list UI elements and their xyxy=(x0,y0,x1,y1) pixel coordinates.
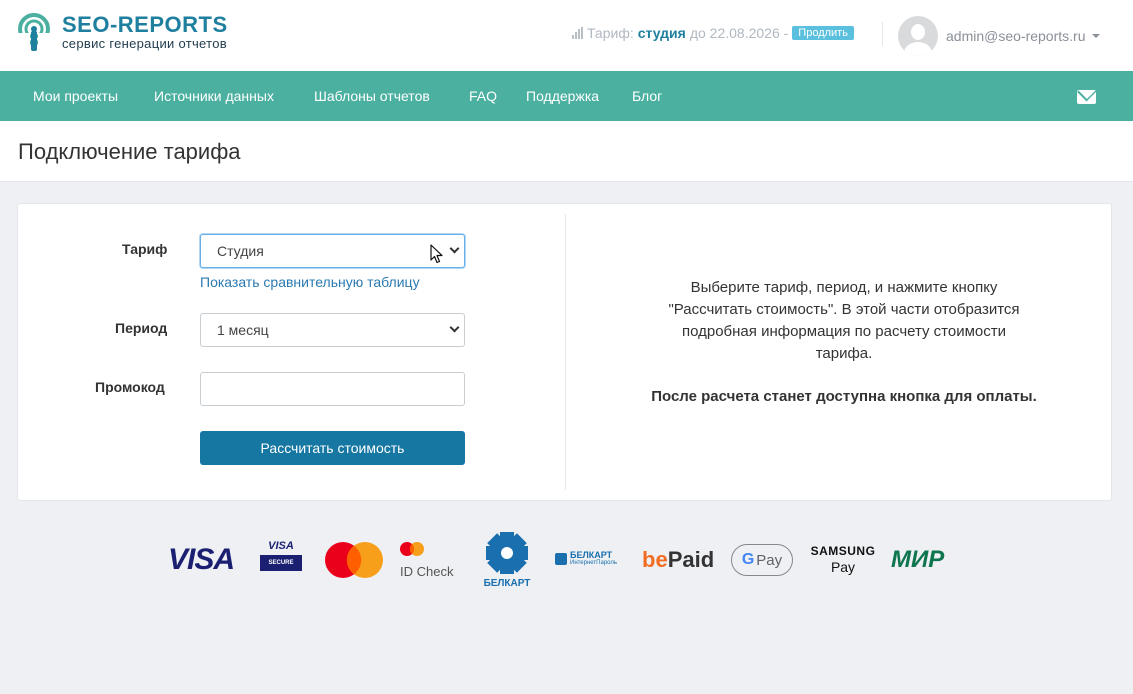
belkart-ip-bottom: ИнтернетПароль xyxy=(570,560,617,566)
signal-bars-icon xyxy=(572,27,583,39)
google-pay-text: Pay xyxy=(756,551,783,569)
mir-logo: МИР xyxy=(891,546,945,573)
tariff-label: Тариф: xyxy=(587,25,634,41)
page-title: Подключение тарифа xyxy=(18,139,241,164)
mastercard-small-icon xyxy=(400,542,424,556)
bepaid-paid: Paid xyxy=(667,547,715,572)
visa-secure-logo: VISA SECURE xyxy=(260,540,302,571)
belkart-star-icon xyxy=(486,532,528,574)
period-select-value: 1 месяц xyxy=(217,322,269,338)
belkart-internet-parol-logo: БЕЛКАРТ ИнтернетПароль xyxy=(555,551,617,567)
nav-item-support[interactable]: Поддержка xyxy=(526,88,599,104)
mastercard-logo xyxy=(325,542,383,578)
nav-item-report-templates[interactable]: Шаблоны отчетов xyxy=(314,88,430,104)
nav-item-faq[interactable]: FAQ xyxy=(469,88,497,104)
page-header: Подключение тарифа xyxy=(0,121,1133,182)
tariff-plan: студия xyxy=(637,25,686,41)
compare-table-link[interactable]: Показать сравнительную таблицу xyxy=(200,274,420,290)
avatar[interactable] xyxy=(898,16,938,56)
google-g-icon: G xyxy=(741,551,755,568)
info-text: Выберите тариф, период, и нажмите кнопку… xyxy=(668,279,1020,362)
tariff-form-card: Тариф Студия Показать сравнительную табл… xyxy=(17,203,1112,501)
bepaid-logo: bePaid xyxy=(642,547,714,573)
samsung-text: SAMSUNG xyxy=(810,544,876,558)
mouse-cursor-icon xyxy=(430,244,443,264)
belkart-ip-top: БЕЛКАРТ xyxy=(570,550,613,560)
logo[interactable]: SEO-REPORTS сервис генерации отчетов xyxy=(18,13,228,53)
belkart-logo: БЕЛКАРТ xyxy=(480,532,534,589)
tariff-label: Тариф xyxy=(122,241,168,257)
bepaid-be: be xyxy=(642,547,668,572)
envelope-icon[interactable] xyxy=(1077,90,1096,104)
header-divider xyxy=(882,22,883,46)
info-bold-text: После расчета станет доступна кнопка для… xyxy=(651,388,1037,405)
logo-title: SEO-REPORTS xyxy=(62,12,228,37)
tariff-select-value: Студия xyxy=(217,243,264,259)
user-menu[interactable]: admin@seo-reports.ru xyxy=(898,16,1100,56)
logo-subtitle: сервис генерации отчетов xyxy=(62,36,227,51)
chevron-down-icon xyxy=(449,322,460,333)
logo-signal-icon xyxy=(18,13,52,53)
main-nav: Мои проекты Источники данных Шаблоны отч… xyxy=(0,71,1133,121)
extend-button[interactable]: Продлить xyxy=(792,26,854,40)
nav-item-projects[interactable]: Мои проекты xyxy=(33,88,118,104)
card-divider xyxy=(565,214,566,490)
belkart-text: БЕЛКАРТ xyxy=(483,578,531,589)
id-check-logo: ID Check xyxy=(400,541,453,579)
visa-logo: VISA xyxy=(168,543,235,576)
tariff-select[interactable]: Студия xyxy=(200,234,465,268)
tariff-status: Тариф: студия до 22.08.2026 - Продлить xyxy=(572,25,854,41)
period-select[interactable]: 1 месяц xyxy=(200,313,465,347)
nav-item-data-sources[interactable]: Источники данных xyxy=(154,88,274,104)
promo-input[interactable] xyxy=(200,372,465,406)
top-header: SEO-REPORTS сервис генерации отчетов Тар… xyxy=(0,0,1133,71)
id-check-text: ID Check xyxy=(400,564,454,579)
samsung-pay-logo: SAMSUNG Pay xyxy=(806,543,880,575)
promo-label: Промокод xyxy=(95,379,165,395)
visa-secure-bottom: SECURE xyxy=(260,555,302,571)
nav-item-blog[interactable]: Блог xyxy=(632,88,662,104)
user-email[interactable]: admin@seo-reports.ru xyxy=(946,28,1086,44)
caret-down-icon[interactable] xyxy=(1091,34,1100,38)
period-label: Период xyxy=(115,320,168,336)
chevron-down-icon xyxy=(449,243,460,254)
visa-secure-top: VISA xyxy=(268,540,294,552)
belkart-small-icon xyxy=(555,553,567,565)
google-pay-logo: G Pay xyxy=(731,544,793,576)
calculate-button[interactable]: Рассчитать стоимость xyxy=(200,431,465,465)
samsung-pay-text: Pay xyxy=(830,559,856,575)
tariff-until: до 22.08.2026 - xyxy=(689,25,789,41)
